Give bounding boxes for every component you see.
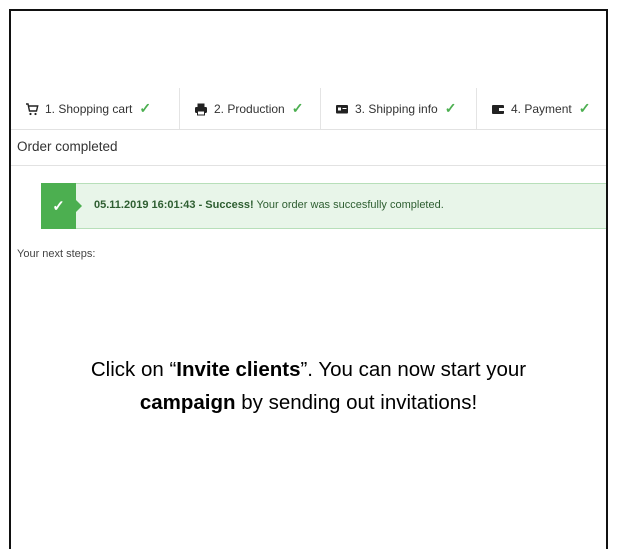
caption-line-1: Click on “Invite clients”. You can now s… <box>90 358 527 381</box>
step-shopping-cart[interactable]: 1. Shopping cart ✓ <box>25 88 180 129</box>
checkmark-icon: ✓ <box>444 100 457 116</box>
alert-message: 05.11.2019 16:01:43 - Success! Your orde… <box>94 199 444 211</box>
checkmark-icon: ✓ <box>41 183 82 229</box>
instruction-caption: Click on “Invite clients”. You can now s… <box>0 353 617 419</box>
alert-body: Your order was succesfully completed. <box>253 199 444 211</box>
step-payment[interactable]: 4. Payment ✓ <box>479 88 606 129</box>
step-label: 4. Payment <box>511 101 572 116</box>
success-alert: ✓ 05.11.2019 16:01:43 - Success! Your or… <box>41 183 606 229</box>
checkmark-icon: ✓ <box>291 100 304 116</box>
page-title: Order completed <box>17 139 118 154</box>
invite-clients-text: Invite clients <box>176 358 301 381</box>
next-steps-label: Your next steps: <box>17 248 96 260</box>
screenshot-frame: 1. Shopping cart ✓ 2. Production ✓ 3. Sh… <box>9 9 608 549</box>
step-shipping-info[interactable]: 3. Shipping info ✓ <box>323 88 477 129</box>
step-label: 1. Shopping cart <box>45 101 133 116</box>
checkout-steps: 1. Shopping cart ✓ 2. Production ✓ 3. Sh… <box>11 88 606 130</box>
divider <box>11 165 606 166</box>
alert-timestamp: 05.11.2019 16:01:43 - Success! <box>94 199 254 211</box>
step-label: 2. Production <box>214 101 285 116</box>
step-production[interactable]: 2. Production ✓ <box>182 88 321 129</box>
campaign-text: campaign <box>139 391 236 414</box>
step-label: 3. Shipping info <box>355 101 438 116</box>
checkmark-icon: ✓ <box>139 100 152 116</box>
id-card-icon <box>335 102 349 116</box>
caption-line-2: campaign by sending out invitations! <box>139 391 478 414</box>
checkmark-icon: ✓ <box>578 100 591 116</box>
cart-icon <box>25 102 39 116</box>
printer-icon <box>194 102 208 116</box>
wallet-icon <box>491 102 505 116</box>
